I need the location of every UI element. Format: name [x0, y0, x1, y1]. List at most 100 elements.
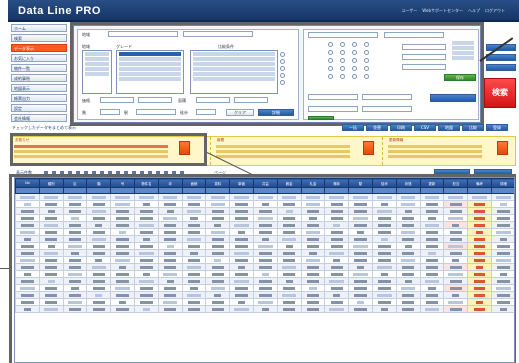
filter-input[interactable] — [258, 195, 273, 199]
filter-cell[interactable] — [490, 193, 514, 201]
area-option[interactable] — [85, 62, 109, 66]
radio-option[interactable] — [340, 74, 345, 79]
filter-cell[interactable] — [62, 193, 88, 201]
mini-button[interactable] — [308, 116, 334, 120]
area-size-min-field[interactable] — [196, 97, 230, 103]
filter-cell[interactable] — [15, 193, 40, 201]
filter-cell[interactable] — [133, 193, 159, 201]
filter-input[interactable] — [400, 195, 416, 199]
filter-cell[interactable] — [348, 193, 373, 201]
column-header[interactable]: 種別 — [38, 178, 64, 188]
walk-field[interactable] — [196, 109, 216, 115]
criteria-select-1[interactable] — [308, 32, 378, 38]
filter-cell[interactable] — [276, 193, 302, 201]
radio-option[interactable] — [340, 58, 345, 63]
check-box[interactable] — [280, 59, 285, 64]
toolbar-button-sort[interactable]: 並替 — [366, 124, 388, 131]
column-header[interactable]: 徒歩 — [371, 178, 397, 188]
area-select[interactable] — [108, 31, 178, 37]
filter-input[interactable] — [186, 195, 202, 199]
toolbar-button-compare[interactable]: 比較 — [462, 124, 484, 131]
area-listbox[interactable] — [82, 50, 112, 94]
column-header[interactable]: 面積 — [181, 178, 207, 188]
filter-cell[interactable] — [110, 193, 135, 201]
table-row[interactable] — [15, 242, 514, 250]
filter-input[interactable] — [234, 195, 249, 199]
nav-item-company[interactable]: 会社情報 — [11, 114, 67, 122]
filter-cell[interactable] — [324, 193, 350, 201]
toolbar-button-csv[interactable]: CSV — [414, 124, 436, 131]
side-button-2[interactable] — [486, 54, 516, 61]
filter-cell[interactable] — [419, 193, 445, 201]
column-header[interactable]: 共益 — [252, 178, 278, 188]
radio-option[interactable] — [328, 58, 333, 63]
range-field-4[interactable] — [362, 106, 412, 112]
table-row[interactable] — [15, 284, 514, 292]
grade-listbox[interactable] — [116, 50, 184, 94]
radio-option[interactable] — [328, 74, 333, 79]
filter-input[interactable] — [329, 195, 345, 199]
radio-option[interactable] — [364, 66, 369, 71]
filter-cell[interactable] — [300, 193, 326, 201]
table-row[interactable] — [15, 228, 514, 236]
radio-option[interactable] — [364, 42, 369, 47]
table-row[interactable] — [15, 200, 514, 208]
radio-option[interactable] — [352, 74, 357, 79]
grade-option[interactable] — [119, 67, 181, 71]
radio-option[interactable] — [352, 58, 357, 63]
station-field[interactable] — [136, 109, 176, 115]
table-row[interactable] — [15, 214, 514, 222]
column-header[interactable]: 状態 — [395, 178, 421, 188]
nav-item-settings[interactable]: 設定 — [11, 104, 67, 112]
column-header[interactable]: 詳細 — [490, 178, 514, 188]
column-header[interactable]: 坪 — [157, 178, 183, 188]
filter-input[interactable] — [20, 195, 35, 199]
table-row[interactable] — [15, 298, 514, 306]
column-header[interactable]: 号 — [110, 178, 135, 188]
nav-item-reports[interactable]: 帳票出力 — [11, 94, 67, 102]
filter-cell[interactable] — [467, 193, 492, 201]
column-header[interactable]: 担当 — [443, 178, 469, 188]
table-row[interactable] — [15, 221, 514, 229]
info-button-2[interactable] — [363, 141, 374, 155]
condition-option[interactable] — [193, 52, 275, 56]
condition-option[interactable] — [193, 77, 275, 81]
column-header[interactable]: 更新 — [419, 178, 445, 188]
header-link-user[interactable]: ユーザー — [401, 8, 417, 14]
table-row[interactable] — [15, 270, 514, 278]
filter-cell[interactable] — [181, 193, 207, 201]
nav-item-map[interactable]: 地図表示 — [11, 84, 67, 92]
radio-option[interactable] — [364, 50, 369, 55]
filter-cell[interactable] — [205, 193, 231, 201]
price-min-field[interactable] — [100, 97, 134, 103]
radio-option[interactable] — [340, 42, 345, 47]
filter-input[interactable] — [377, 195, 392, 199]
criteria-field-3[interactable] — [402, 64, 446, 70]
toolbar-button-print[interactable]: 印刷 — [390, 124, 412, 131]
table-row[interactable] — [15, 235, 514, 243]
nav-item-contracts[interactable]: 成約事例 — [11, 74, 67, 82]
column-header[interactable]: 駅 — [348, 178, 373, 188]
filter-cell[interactable] — [395, 193, 421, 201]
table-row[interactable] — [15, 207, 514, 215]
nav-item-home[interactable]: ホーム — [11, 24, 67, 32]
option-item[interactable] — [452, 41, 474, 45]
clear-button[interactable]: クリア — [226, 109, 254, 116]
column-header[interactable]: 礼金 — [300, 178, 326, 188]
grade-option-selected[interactable] — [119, 52, 181, 56]
column-header[interactable]: 階 — [86, 178, 112, 188]
toolbar-button-map[interactable]: 地図 — [438, 124, 460, 131]
filter-input[interactable] — [210, 195, 226, 199]
table-row[interactable] — [15, 277, 514, 285]
radio-option[interactable] — [352, 50, 357, 55]
filter-input[interactable] — [139, 195, 154, 199]
toolbar-button-register[interactable]: 登録 — [486, 124, 508, 131]
floor-field[interactable] — [100, 109, 120, 115]
column-header[interactable]: 区 — [62, 178, 88, 188]
radio-option[interactable] — [328, 42, 333, 47]
filter-cell[interactable] — [157, 193, 183, 201]
filter-input[interactable] — [67, 195, 83, 199]
range-field-3[interactable] — [308, 106, 358, 112]
range-field-2[interactable] — [362, 94, 412, 100]
column-header[interactable]: 単価 — [229, 178, 254, 188]
